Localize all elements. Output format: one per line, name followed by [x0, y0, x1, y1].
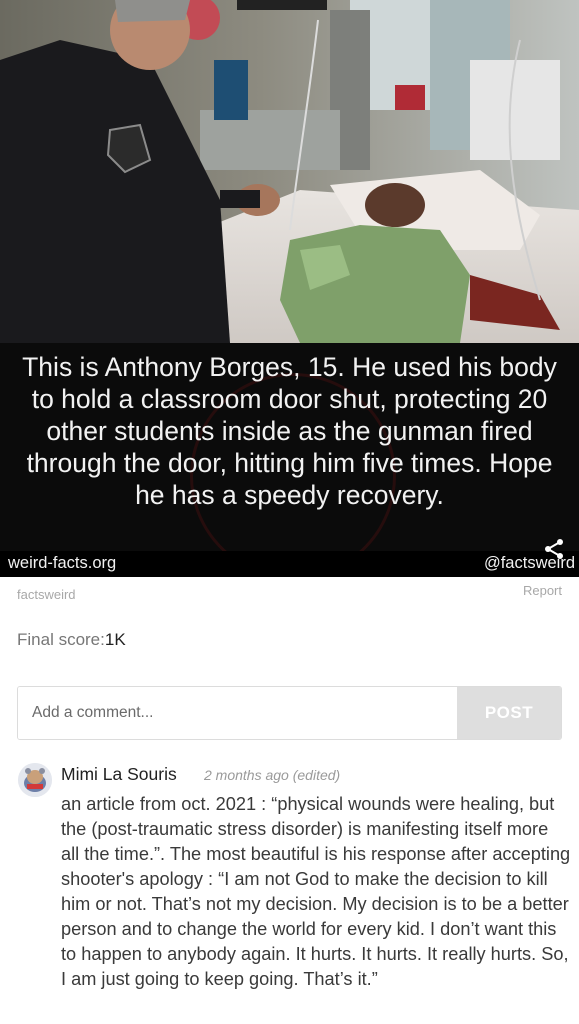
comment-username[interactable]: Mimi La Souris: [61, 764, 177, 785]
meme-footer: weird-facts.org @factsweird: [0, 551, 579, 577]
final-score: Final score:1K: [17, 630, 126, 650]
score-value: 1K: [104, 630, 126, 649]
comment-timestamp: 2 months ago (edited): [204, 767, 341, 783]
comment-input[interactable]: [18, 687, 458, 739]
share-icon[interactable]: [543, 538, 565, 560]
meme-image: This is Anthony Borges, 15. He used his …: [0, 0, 579, 577]
avatar-icon: [18, 763, 52, 797]
post-button[interactable]: POST: [457, 687, 561, 739]
score-label: Final score:: [17, 630, 105, 649]
caption-panel: This is Anthony Borges, 15. He used his …: [0, 343, 579, 577]
report-link[interactable]: Report: [523, 583, 562, 598]
avatar[interactable]: [18, 763, 52, 797]
post-author[interactable]: factsweird: [17, 587, 76, 602]
site-watermark: weird-facts.org: [8, 554, 117, 572]
hospital-photo: [0, 0, 579, 343]
photo-illustration: [0, 0, 579, 343]
meme-caption: This is Anthony Borges, 15. He used his …: [22, 352, 557, 510]
comment-form: POST: [17, 686, 562, 740]
comment-text: an article from oct. 2021 : “physical wo…: [61, 794, 571, 989]
